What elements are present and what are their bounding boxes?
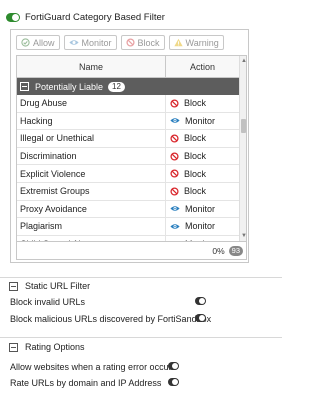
allow-button[interactable]: Allow (16, 35, 60, 50)
block-icon (170, 99, 179, 108)
category-action[interactable]: Block (166, 165, 239, 182)
eye-icon (170, 223, 180, 230)
block-malicious-urls-toggle[interactable] (195, 314, 206, 322)
table-row[interactable]: Discrimination Block (17, 147, 239, 166)
fortiguard-filter-toggle[interactable] (6, 12, 20, 22)
category-name: Discrimination (17, 147, 166, 165)
table-row[interactable]: Extremist Groups Block (17, 182, 239, 201)
static-url-filter-header[interactable]: Static URL Filter (9, 280, 90, 292)
category-name: Drug Abuse (17, 95, 166, 112)
fortiguard-filter-title: FortiGuard Category Based Filter (25, 11, 165, 23)
block-icon (170, 187, 179, 196)
category-action[interactable]: Block (166, 95, 239, 112)
category-action[interactable]: Monitor (166, 218, 239, 235)
table-body: Drug Abuse Block Hacking Monitor Illegal or … (17, 95, 239, 241)
monitor-button[interactable]: Monitor (63, 35, 117, 50)
allow-on-rating-error-toggle[interactable] (168, 362, 179, 370)
action-label: Block (184, 186, 207, 197)
rating-options-header[interactable]: Rating Options (9, 341, 85, 353)
collapse-icon[interactable] (9, 281, 18, 291)
block-icon (125, 38, 135, 47)
block-icon (170, 152, 179, 161)
action-label: Block (184, 98, 207, 109)
block-malicious-urls-label: Block malicious URLs discovered by Forti… (10, 314, 212, 324)
column-header-name[interactable]: Name (17, 56, 166, 77)
block-icon (170, 169, 179, 178)
rating-options-title: Rating Options (25, 342, 85, 352)
table-scrollbar[interactable]: ▲ ▼ (239, 56, 246, 241)
category-action[interactable]: Block (166, 148, 239, 165)
check-circle-icon (21, 38, 30, 47)
eye-icon (170, 117, 180, 124)
scrollbar-thumb[interactable] (241, 119, 246, 133)
scroll-down-icon[interactable]: ▼ (241, 233, 246, 239)
category-name: Plagiarism (17, 218, 166, 235)
category-name: Illegal or Unethical (17, 130, 166, 147)
section-divider (0, 277, 282, 278)
category-name: Hacking (17, 112, 166, 130)
category-table: Name Action Potentially Liable 12 Drug A… (16, 55, 247, 260)
group-count-badge: 12 (108, 81, 125, 92)
collapse-icon[interactable] (9, 342, 18, 352)
action-toolbar: Allow Monitor Block Warning (16, 35, 224, 50)
monitor-button-label: Monitor (81, 37, 112, 48)
table-row[interactable]: Explicit Violence Block (17, 165, 239, 183)
action-label: Block (184, 151, 207, 162)
table-footer: 0% 93 (17, 241, 246, 259)
collapse-icon[interactable] (20, 82, 29, 91)
eye-icon (170, 205, 180, 212)
static-url-filter-title: Static URL Filter (25, 281, 91, 291)
allow-on-rating-error-label: Allow websites when a rating error occur… (10, 362, 177, 372)
allow-button-label: Allow (33, 37, 55, 48)
category-name: Explicit Violence (17, 165, 166, 182)
table-row[interactable]: Proxy Avoidance Monitor (17, 200, 239, 219)
warning-button-label: Warning (185, 37, 219, 48)
warning-button[interactable]: Warning (168, 35, 224, 50)
group-label: Potentially Liable (35, 81, 104, 92)
footer-percent: 0% (212, 246, 225, 256)
group-row-potentially-liable[interactable]: Potentially Liable 12 (17, 78, 239, 95)
fortiguard-filter-header: FortiGuard Category Based Filter (6, 10, 165, 24)
table-row[interactable]: Drug Abuse Block (17, 95, 239, 113)
warning-icon (173, 38, 183, 47)
table-row[interactable]: Illegal or Unethical Block (17, 130, 239, 148)
block-invalid-urls-label: Block invalid URLs (10, 297, 86, 307)
block-icon (170, 134, 179, 143)
category-name: Proxy Avoidance (17, 200, 166, 218)
action-label: Monitor (185, 115, 216, 126)
action-label: Monitor (185, 203, 216, 214)
category-name: Extremist Groups (17, 182, 166, 200)
block-button[interactable]: Block (120, 35, 165, 50)
footer-count-badge: 93 (228, 246, 243, 256)
category-action[interactable]: Monitor (166, 113, 239, 130)
block-button-label: Block (137, 37, 160, 48)
column-header-action[interactable]: Action (166, 56, 239, 77)
rate-by-domain-ip-toggle[interactable] (168, 378, 179, 386)
category-action[interactable]: Block (166, 183, 239, 200)
action-label: Block (184, 168, 207, 179)
block-invalid-urls-toggle[interactable] (195, 297, 206, 305)
category-action[interactable]: Monitor (166, 201, 239, 218)
category-action[interactable]: Block (166, 130, 239, 147)
table-row[interactable]: Plagiarism Monitor (17, 218, 239, 236)
scroll-up-icon[interactable]: ▲ (241, 58, 246, 64)
table-row[interactable]: Hacking Monitor (17, 112, 239, 131)
section-divider (0, 337, 282, 338)
action-label: Block (184, 133, 207, 144)
table-header: Name Action (17, 56, 239, 78)
action-label: Monitor (185, 221, 216, 232)
category-filter-panel: Allow Monitor Block Warning Name Action (10, 29, 249, 263)
rate-by-domain-ip-label: Rate URLs by domain and IP Address (10, 378, 162, 388)
eye-icon (68, 39, 79, 46)
